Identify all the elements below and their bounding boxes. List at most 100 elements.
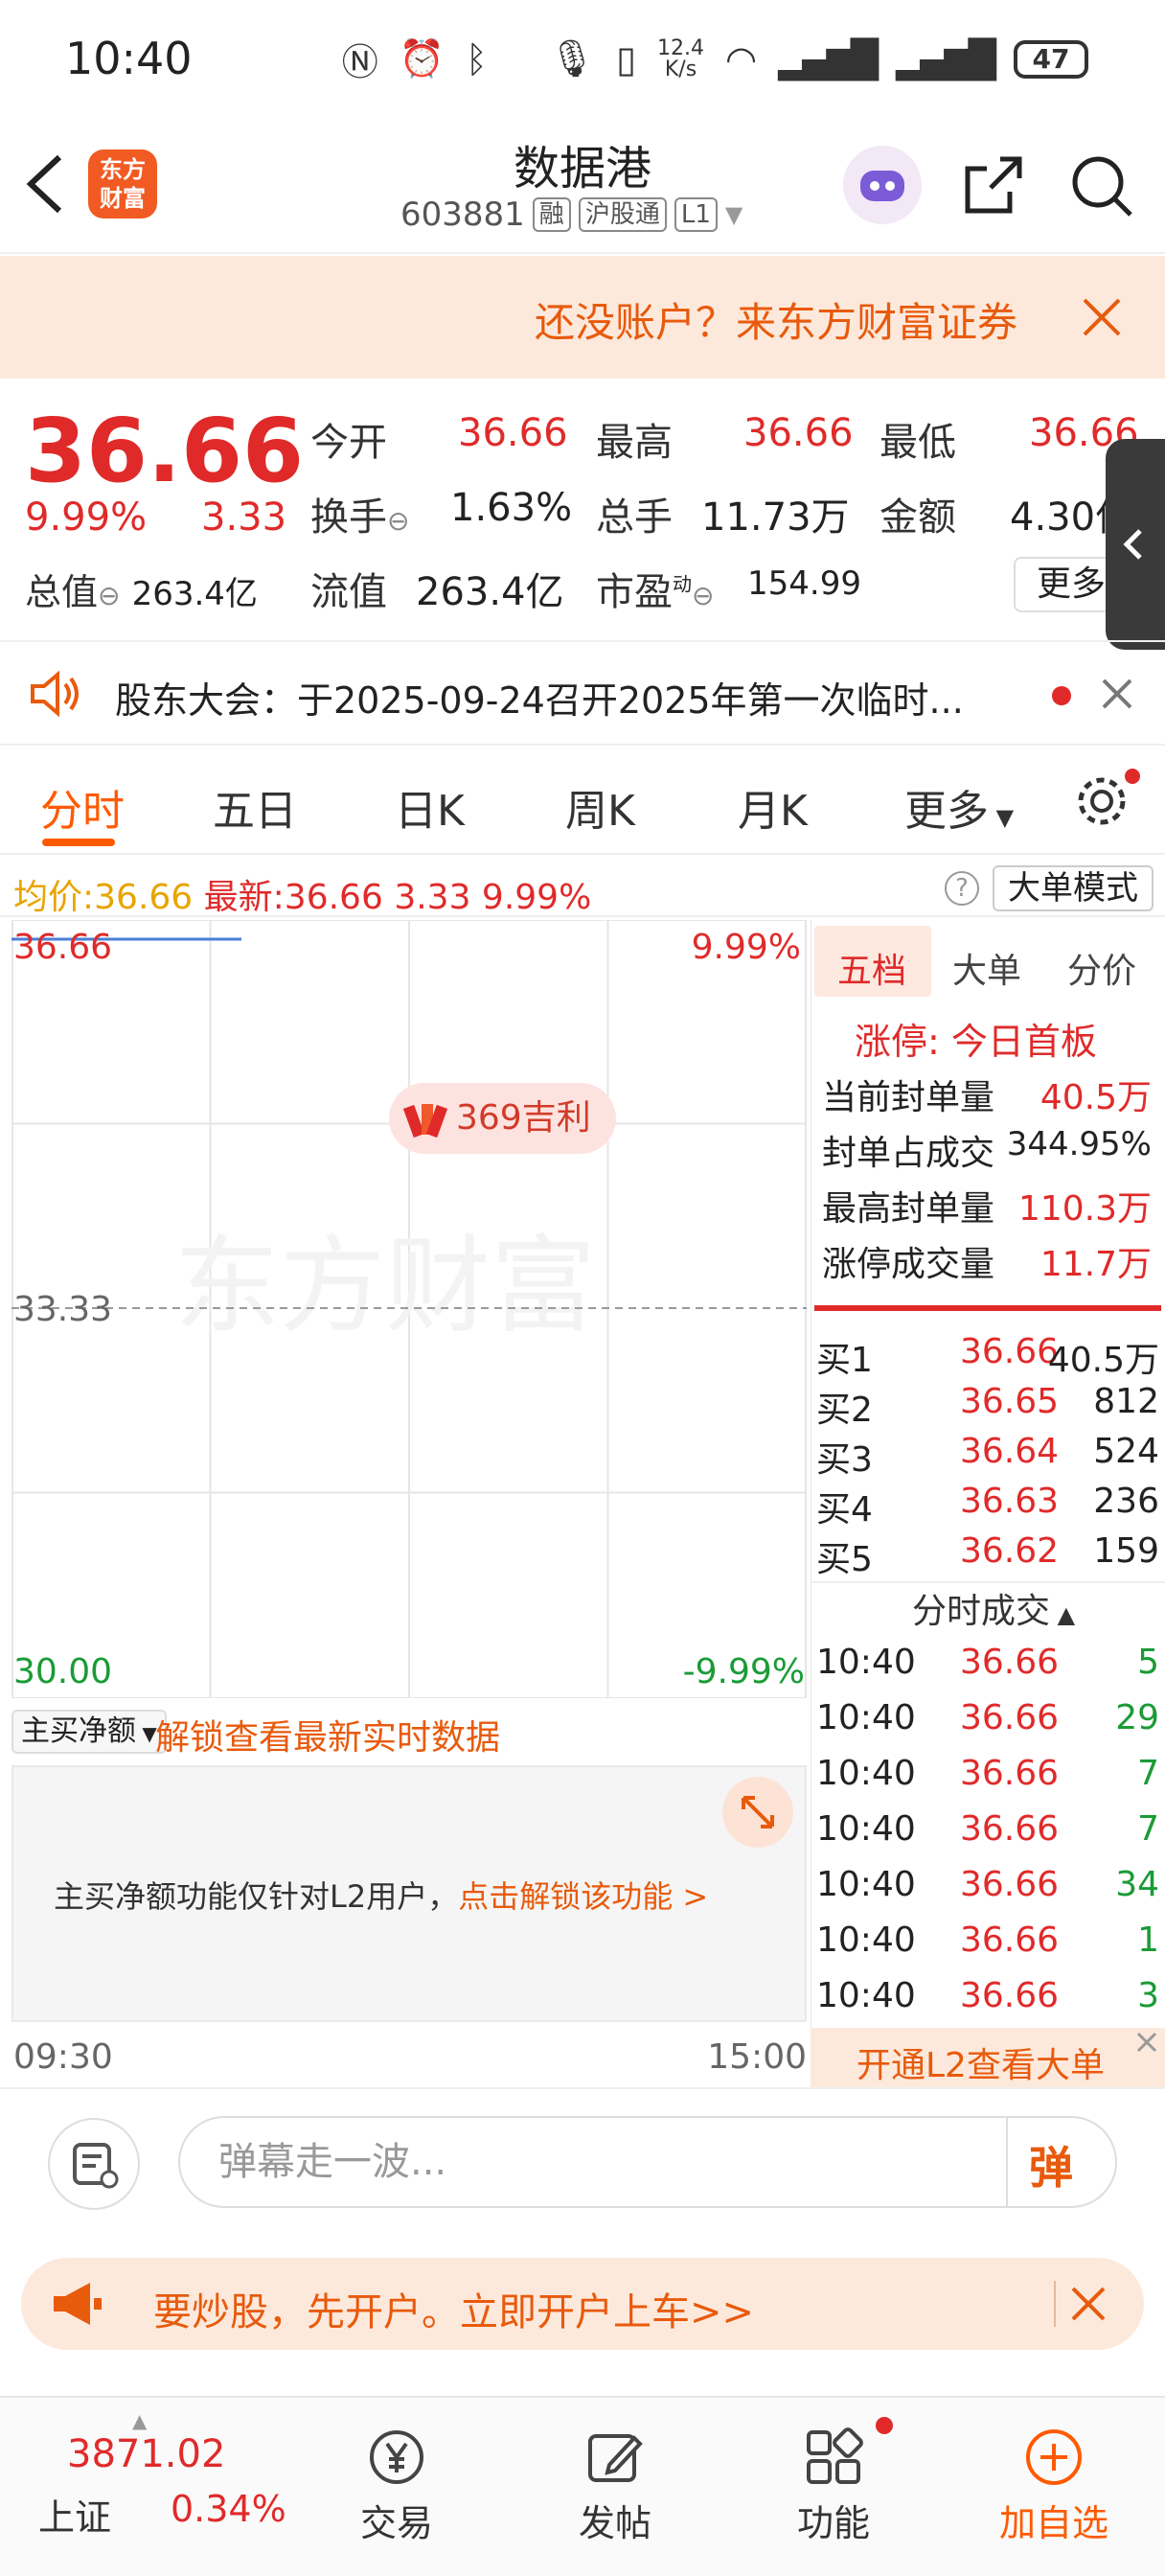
open-account-promo[interactable]: 要炒股，先开户。立即开户上车>> xyxy=(21,2258,1144,2350)
notice-bar[interactable]: 股东大会：于2025-09-24召开2025年第一次临时... xyxy=(0,640,1165,746)
firecracker-icon xyxy=(402,1094,448,1140)
help-icon[interactable]: ? xyxy=(945,871,979,906)
battery-icon: 47 xyxy=(1014,39,1088,79)
tab-five-levels[interactable]: 五档 xyxy=(837,943,906,993)
tab-big-orders[interactable]: 大单 xyxy=(952,943,1021,993)
bid-row[interactable]: 买2 36.65 812 xyxy=(816,1382,1163,1432)
tab-five-day[interactable]: 五日 xyxy=(213,776,297,838)
open-label: 今开 xyxy=(310,421,387,465)
nav-trade[interactable]: 交易 xyxy=(320,2426,473,2546)
tab-more[interactable]: 更多 ▼ xyxy=(904,776,1014,838)
index-quote[interactable]: ▲ 3871.02 上证 0.34% xyxy=(19,2409,287,2553)
promo-text: 要炒股，先开户。立即开户上车>> xyxy=(153,2290,755,2334)
time-axis: 09:30 15:00 xyxy=(11,2032,807,2082)
side-panel-toggle[interactable] xyxy=(1106,439,1165,650)
low-label: 最低 xyxy=(879,421,956,465)
pe-value: 154.99 xyxy=(747,564,861,603)
danmu-input[interactable]: 弹幕走一波... xyxy=(178,2116,1117,2208)
unlock-link[interactable]: 点击解锁该功能 > xyxy=(458,1878,708,1915)
bid-row[interactable]: 买3 36.64 524 xyxy=(816,1432,1163,1482)
lucky-badge[interactable]: 369吉利 xyxy=(389,1083,616,1154)
nfc-icon: Ⓝ xyxy=(341,41,378,83)
stock-code-row[interactable]: 603881 融 沪股通 L1 ▼ xyxy=(400,196,742,234)
y-tick-bottom-pct: -9.99% xyxy=(682,1652,805,1691)
y-tick-top-pct: 9.99% xyxy=(691,928,801,967)
open-value: 36.66 xyxy=(458,411,568,455)
l2-open-bar[interactable]: 开通L2查看大单 xyxy=(811,2028,1165,2087)
tab-price-dist[interactable]: 分价 xyxy=(1067,943,1136,993)
change-amount: 3.33 xyxy=(201,495,287,540)
alarm-icon: ⏰ xyxy=(399,37,445,80)
danmu-toggle-button[interactable]: 弹 xyxy=(1029,2133,1073,2196)
net-speed: 12.4 K/s xyxy=(657,35,705,81)
yen-icon xyxy=(366,2426,427,2488)
mic-icon: 🎙 xyxy=(548,37,596,80)
comment-bar: 弹幕走一波... 弹 xyxy=(0,2087,1165,2233)
status-bar: 10:40 Ⓝ ⏰ ᛒ 🎙 ▯ 12.4 K/s ◠ ▂▄▆█ ▂▄▆█ 47 xyxy=(0,0,1165,115)
volume-label: 总手 xyxy=(596,495,673,540)
pe-label: 市盈动⊖ xyxy=(596,570,715,614)
volume-value: 11.73万 xyxy=(701,495,850,540)
order-book-panel: 五档 大单 分价 涨停: 今日首板 当前封单量 40.5万 封单占成交 344.95… xyxy=(811,920,1165,2089)
expand-icon[interactable] xyxy=(722,1777,793,1848)
stat-row: 涨停成交量 11.7万 xyxy=(822,1245,1152,1284)
y-tick-bottom: 30.00 xyxy=(13,1652,113,1691)
index-pct: 0.34% xyxy=(171,2488,286,2530)
info-icon: ⊖ xyxy=(692,580,715,611)
robot-assistant-icon[interactable] xyxy=(843,146,922,224)
tab-intraday[interactable]: 分时 xyxy=(40,776,125,838)
intraday-chart[interactable]: 东方财富 36.66 9.99% 33.33 30.00 -9.99% 369吉… xyxy=(11,920,807,1698)
stock-header: 东方 财富 数据港 603881 融 沪股通 L1 ▼ xyxy=(0,115,1165,254)
limit-bar xyxy=(814,1305,1161,1311)
turnover-label: 换手⊖ xyxy=(310,495,410,540)
float-label: 流值 xyxy=(310,570,387,614)
bid-row[interactable]: 买4 36.63 236 xyxy=(816,1482,1163,1531)
tick-row: 10:40 36.66 7 xyxy=(816,1754,1159,1793)
close-icon[interactable] xyxy=(1081,296,1123,338)
nav-features[interactable]: 功能 xyxy=(757,2426,910,2546)
signal2-icon: ▂▄▆█ xyxy=(896,37,996,80)
limit-up-label: 涨停: 今日首板 xyxy=(855,1021,1097,1063)
l2-locked-box: 主买净额功能仅针对L2用户，点击解锁该功能 > xyxy=(11,1765,807,2022)
edit-icon xyxy=(584,2426,646,2488)
tag-margin: 融 xyxy=(532,197,571,232)
share-icon[interactable] xyxy=(962,153,1025,217)
stat-row: 最高封单量 110.3万 xyxy=(822,1189,1152,1229)
account-banner[interactable]: 还没账户？来东方财富证券 xyxy=(0,256,1165,379)
bottom-nav: ▲ 3871.02 上证 0.34% 交易 发帖 功能 加自选 xyxy=(0,2396,1165,2576)
speaker-icon xyxy=(29,669,84,719)
bid-row[interactable]: 买1 36.66 40.5万 xyxy=(816,1332,1163,1382)
megaphone-icon xyxy=(48,2277,105,2331)
tick-row: 10:40 36.66 34 xyxy=(816,1865,1159,1904)
comment-list-icon[interactable] xyxy=(48,2118,140,2210)
nav-add-watchlist[interactable]: 加自选 xyxy=(977,2426,1131,2546)
indicator-select[interactable]: 主买净额 ▼ xyxy=(11,1710,167,1754)
change-pct: 9.99% xyxy=(25,495,148,540)
close-icon[interactable] xyxy=(1069,2285,1108,2323)
current-price: 36.66 xyxy=(25,400,305,502)
close-icon[interactable] xyxy=(1100,677,1134,711)
tab-monthly-k[interactable]: 月K xyxy=(738,776,808,838)
tick-row: 10:40 36.66 29 xyxy=(816,1698,1159,1737)
tab-weekly-k[interactable]: 周K xyxy=(565,776,635,838)
divider xyxy=(1054,2281,1056,2327)
stat-row: 封单占成交 344.95% xyxy=(822,1125,1152,1173)
bid-row[interactable]: 买5 36.62 159 xyxy=(816,1531,1163,1581)
info-icon: ⊖ xyxy=(98,580,121,611)
unlock-text[interactable]: 解锁查看最新实时数据 xyxy=(155,1710,500,1760)
y-tick-top: 36.66 xyxy=(13,928,113,967)
big-order-mode-button[interactable]: 大单模式 xyxy=(993,865,1154,911)
settings-badge-dot xyxy=(1125,769,1140,784)
search-icon[interactable] xyxy=(1069,153,1134,218)
index-value: 3871.02 xyxy=(67,2432,226,2476)
ticks-title[interactable]: 分时成交 ▲ xyxy=(912,1583,1075,1633)
x-tick-end: 15:00 xyxy=(707,2037,807,2077)
tab-daily-k[interactable]: 日K xyxy=(395,776,465,838)
amount-label: 金额 xyxy=(879,495,956,540)
stock-code: 603881 xyxy=(400,196,525,234)
l2-open-link[interactable]: 开通L2查看大单 xyxy=(857,2037,1105,2087)
quote-panel: 36.66 9.99% 3.33 总值⊖ 263.4亿 今开 36.66 最高 … xyxy=(0,379,1165,637)
nav-post[interactable]: 发帖 xyxy=(538,2426,692,2546)
close-icon[interactable] xyxy=(1132,2028,1161,2057)
settings-icon[interactable] xyxy=(1073,772,1131,830)
